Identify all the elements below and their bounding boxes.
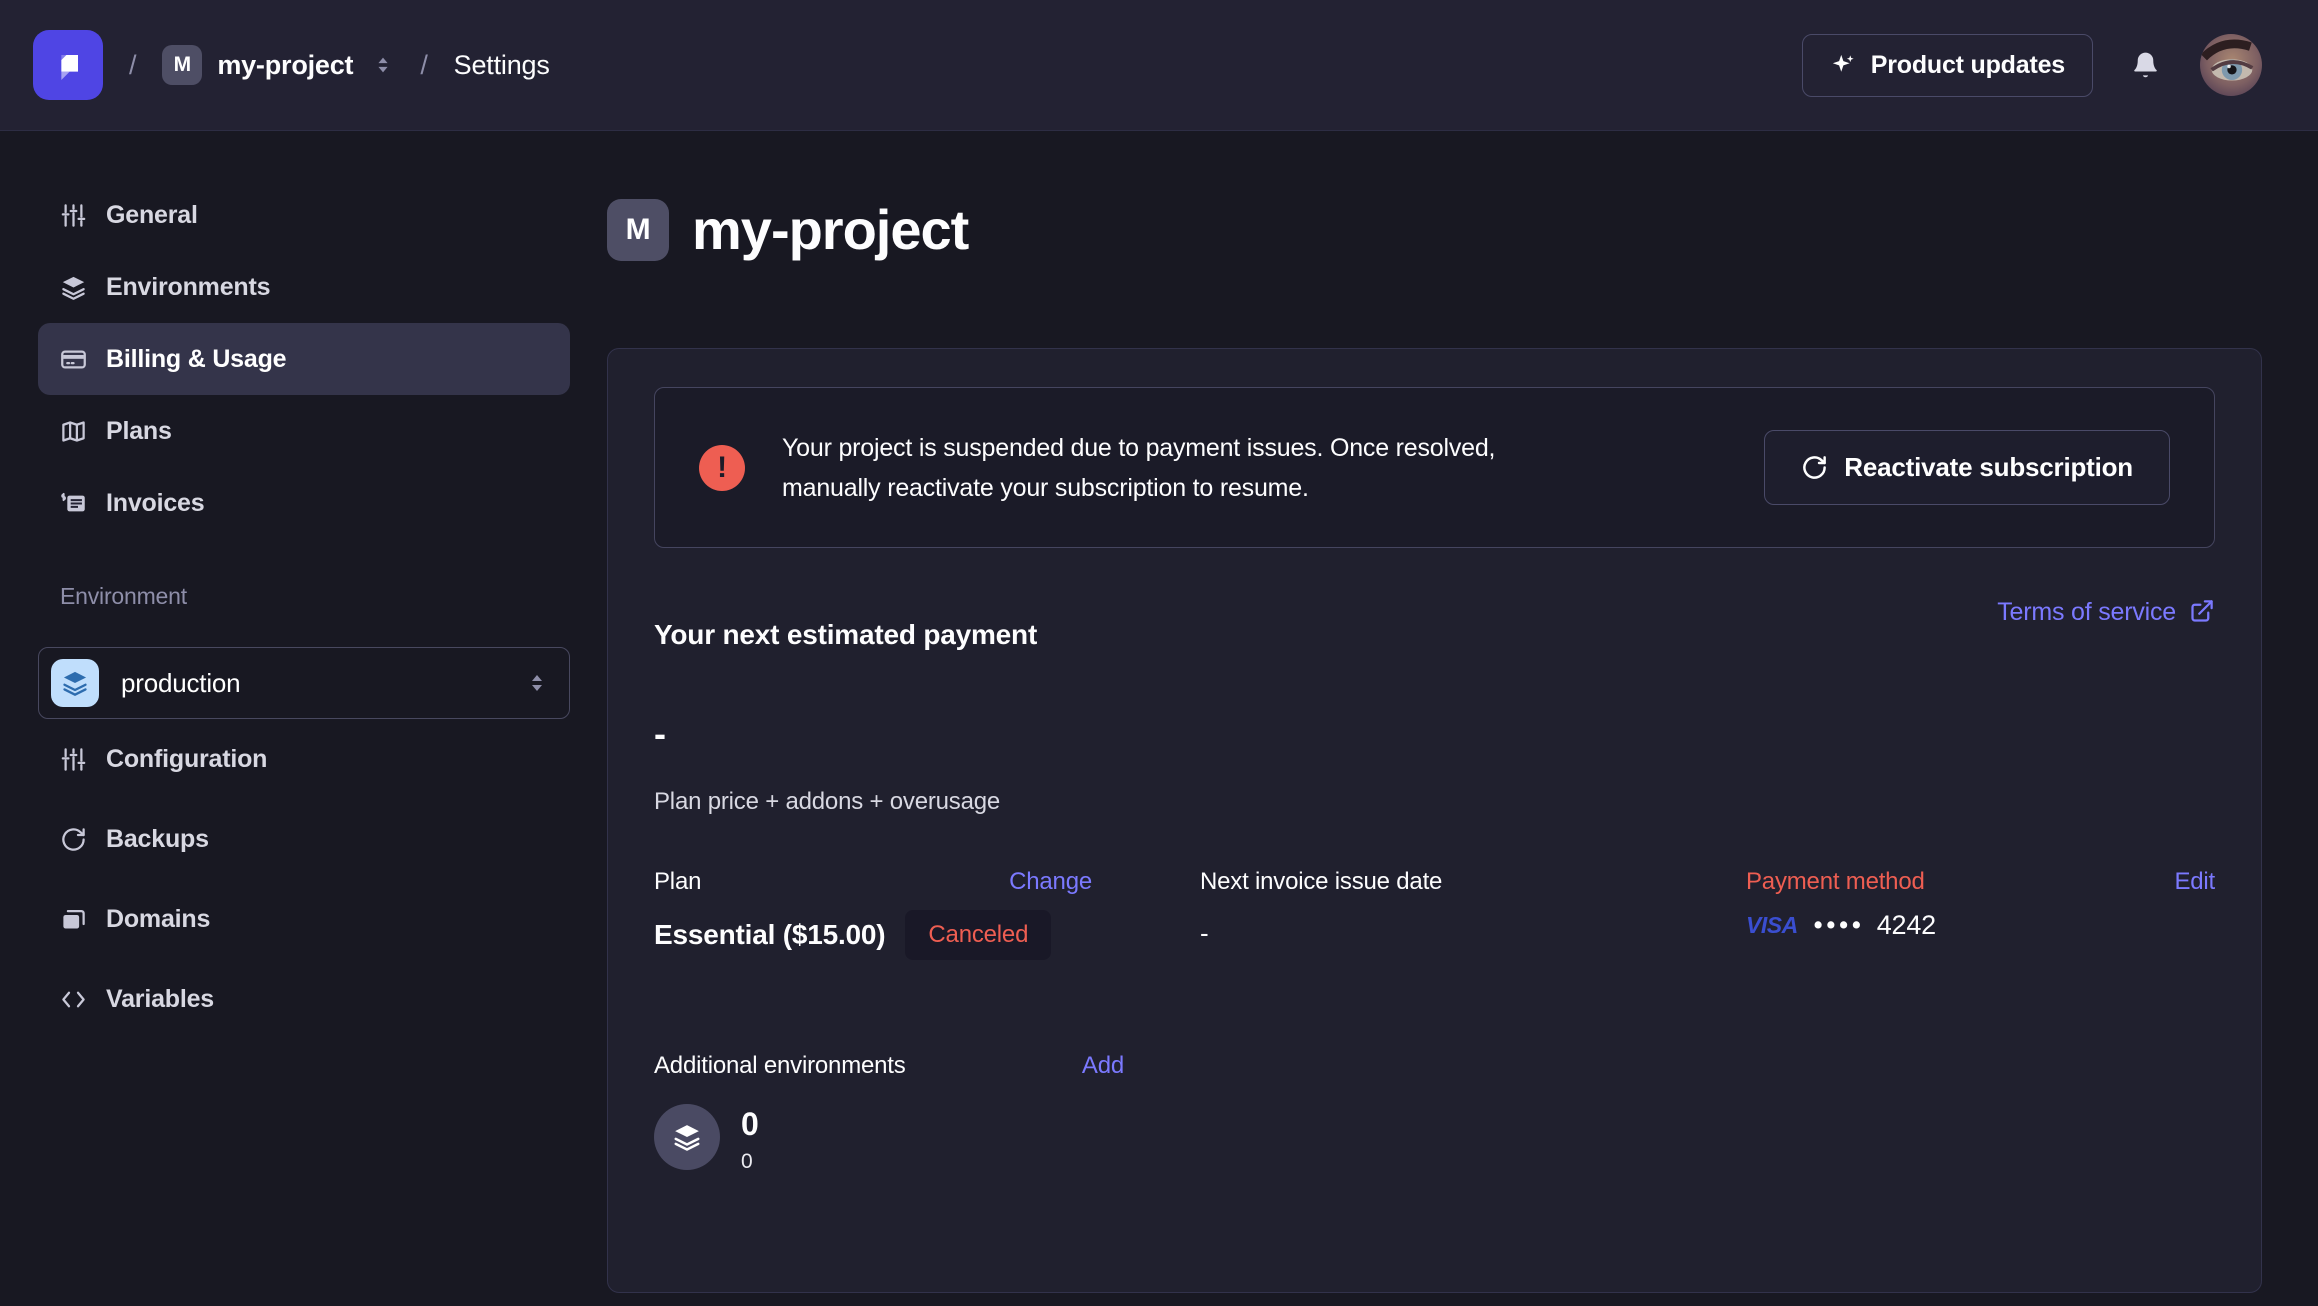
sidebar-item-label: Invoices <box>106 489 204 518</box>
sidebar-item-label: Domains <box>106 905 210 934</box>
sidebar-item-environments[interactable]: Environments <box>38 251 570 323</box>
change-plan-link[interactable]: Change <box>1009 868 1092 896</box>
sidebar-item-label: General <box>106 201 198 230</box>
next-invoice-value: - <box>1200 910 1208 949</box>
payment-method-label: Payment method <box>1746 868 1925 896</box>
main-content: M my-project ! Your project is suspended… <box>607 131 2318 1306</box>
sidebar-item-backups[interactable]: Backups <box>38 799 570 879</box>
refresh-icon <box>60 826 87 853</box>
plan-column: Plan Change Essential ($15.00) Canceled <box>654 868 1200 960</box>
breadcrumb-separator: / <box>420 50 427 81</box>
sidebar-item-label: Backups <box>106 825 209 854</box>
breadcrumb-project-name: my-project <box>217 50 353 81</box>
estimated-payment-amount: - <box>654 714 2215 754</box>
alert-message: Your project is suspended due to payment… <box>782 428 1592 508</box>
environments-count: 0 <box>741 1106 759 1142</box>
environment-section-label: Environment <box>60 583 570 609</box>
environment-counts: 0 0 <box>741 1104 759 1174</box>
next-invoice-label: Next invoice issue date <box>1200 868 1442 896</box>
code-icon <box>60 986 87 1013</box>
reactivate-subscription-label: Reactivate subscription <box>1844 452 2133 483</box>
invoice-icon <box>60 490 87 517</box>
breadcrumb-separator: / <box>129 50 136 81</box>
terms-of-service-link[interactable]: Terms of service <box>1997 598 2215 625</box>
breadcrumb-settings[interactable]: Settings <box>454 50 550 81</box>
sidebar-item-label: Variables <box>106 985 214 1014</box>
refresh-icon <box>1801 454 1828 481</box>
chevron-updown-icon <box>372 54 394 76</box>
edit-payment-method-link[interactable]: Edit <box>2174 868 2215 896</box>
next-payment-heading: Your next estimated payment <box>654 598 1037 652</box>
terms-of-service-label: Terms of service <box>1997 599 2176 625</box>
alert-exclamation-icon: ! <box>699 445 745 491</box>
suspension-alert: ! Your project is suspended due to payme… <box>654 387 2215 548</box>
strapi-logo-icon <box>48 45 88 85</box>
sidebar-item-label: Billing & Usage <box>106 345 286 374</box>
plan-status-badge: Canceled <box>905 910 1051 960</box>
additional-environments-section: Additional environments Add 0 <box>654 1052 2215 1174</box>
project-header: M my-project <box>607 197 2262 262</box>
sparkles-icon <box>1830 52 1857 79</box>
billing-info-grid: Plan Change Essential ($15.00) Canceled … <box>654 868 2215 960</box>
sidebar-item-configuration[interactable]: Configuration <box>38 719 570 799</box>
sidebar-item-invoices[interactable]: Invoices <box>38 467 570 539</box>
sidebar-item-variables[interactable]: Variables <box>38 959 570 1039</box>
topbar: / M my-project / Settings Product update… <box>0 0 2318 131</box>
credit-card-icon <box>60 346 87 373</box>
notifications-bell-icon[interactable] <box>2130 50 2161 81</box>
stack-icon <box>60 906 87 933</box>
environment-layers-icon <box>51 659 99 707</box>
card-last4: 4242 <box>1877 910 1936 941</box>
plan-label: Plan <box>654 868 701 896</box>
sliders-icon <box>60 746 87 773</box>
layers-icon <box>60 274 87 301</box>
billing-card: ! Your project is suspended due to payme… <box>607 348 2262 1293</box>
visa-logo: VISA <box>1746 912 1798 939</box>
sidebar-item-general[interactable]: General <box>38 179 570 251</box>
user-avatar[interactable] <box>2200 34 2262 96</box>
external-link-icon <box>2188 598 2215 625</box>
page-title: my-project <box>692 197 968 262</box>
card-masked-dots: •••• <box>1814 911 1865 940</box>
app-root: / M my-project / Settings Product update… <box>0 0 2318 1306</box>
project-initial-badge-large: M <box>607 199 669 261</box>
reactivate-subscription-button[interactable]: Reactivate subscription <box>1764 430 2170 505</box>
environments-usage-count: 0 <box>741 1150 759 1174</box>
invoice-column: Next invoice issue date - <box>1200 868 1746 960</box>
sidebar-item-billing-usage[interactable]: Billing & Usage <box>38 323 570 395</box>
sidebar-item-label: Plans <box>106 417 172 446</box>
strapi-logo[interactable] <box>33 30 103 100</box>
sidebar-item-plans[interactable]: Plans <box>38 395 570 467</box>
content-shell: General Environments <box>0 131 2318 1306</box>
payment-method-column: Payment method Edit VISA •••• 4242 <box>1746 868 2215 960</box>
payment-section-head: Your next estimated payment Terms of ser… <box>654 598 2215 652</box>
settings-sidebar: General Environments <box>0 131 607 1306</box>
map-icon <box>60 418 87 445</box>
plan-value: Essential ($15.00) <box>654 919 885 951</box>
sidebar-item-label: Configuration <box>106 745 267 774</box>
environments-layers-icon <box>654 1104 720 1170</box>
payment-formula: Plan price + addons + overusage <box>654 788 2215 816</box>
project-initial-badge: M <box>162 45 202 85</box>
product-updates-button[interactable]: Product updates <box>1802 34 2093 97</box>
sidebar-item-label: Environments <box>106 273 270 302</box>
breadcrumb-project[interactable]: M my-project <box>162 45 394 85</box>
environment-select-value: production <box>121 668 240 699</box>
product-updates-label: Product updates <box>1871 51 2065 80</box>
additional-environments-label: Additional environments <box>654 1052 906 1080</box>
sidebar-item-domains[interactable]: Domains <box>38 879 570 959</box>
add-environment-link[interactable]: Add <box>1082 1052 1124 1080</box>
chevron-updown-icon <box>525 671 549 695</box>
sliders-icon <box>60 202 87 229</box>
environment-select[interactable]: production <box>38 647 570 719</box>
